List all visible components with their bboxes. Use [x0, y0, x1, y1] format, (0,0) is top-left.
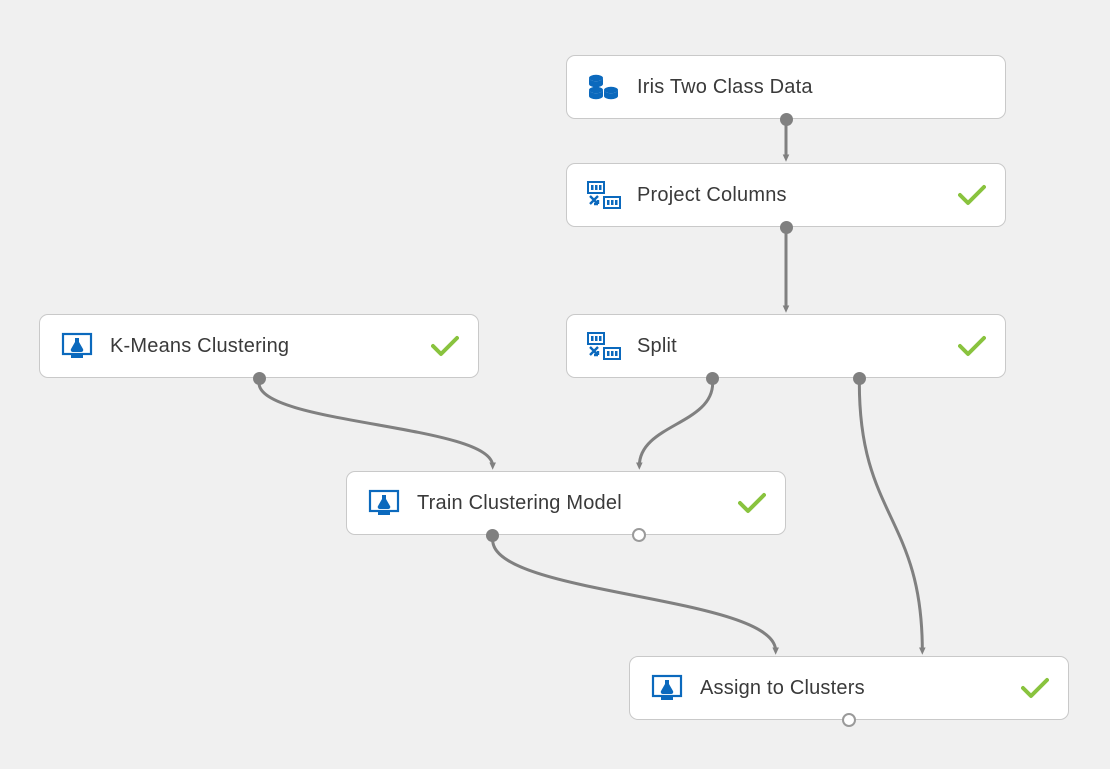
checkmark-icon [430, 335, 460, 357]
node-split[interactable]: Split [566, 314, 1006, 378]
checkmark-icon [957, 335, 987, 357]
checkmark-icon [957, 184, 987, 206]
database-icon [585, 73, 623, 101]
node-label: Iris Two Class Data [637, 76, 957, 99]
node-assign-to-clusters[interactable]: Assign to Clusters [629, 656, 1069, 720]
checkmark-icon [737, 492, 767, 514]
experiment-icon [365, 489, 403, 517]
experiment-canvas[interactable]: Iris Two Class Data Project C [0, 0, 1110, 769]
node-label: Train Clustering Model [417, 492, 737, 515]
node-k-means-clustering[interactable]: K-Means Clustering [39, 314, 479, 378]
node-label: K-Means Clustering [110, 335, 430, 358]
connector [259, 383, 493, 466]
node-project-columns[interactable]: Project Columns [566, 163, 1006, 227]
connector [639, 383, 712, 466]
node-label: Assign to Clusters [700, 677, 1020, 700]
experiment-icon [58, 332, 96, 360]
project-columns-icon [585, 181, 623, 209]
connector [493, 540, 776, 651]
project-columns-icon [585, 332, 623, 360]
node-train-clustering-model[interactable]: Train Clustering Model [346, 471, 786, 535]
experiment-icon [648, 674, 686, 702]
connector [859, 383, 922, 651]
node-iris-two-class-data[interactable]: Iris Two Class Data [566, 55, 1006, 119]
checkmark-icon [1020, 677, 1050, 699]
node-label: Split [637, 335, 957, 358]
node-label: Project Columns [637, 184, 957, 207]
